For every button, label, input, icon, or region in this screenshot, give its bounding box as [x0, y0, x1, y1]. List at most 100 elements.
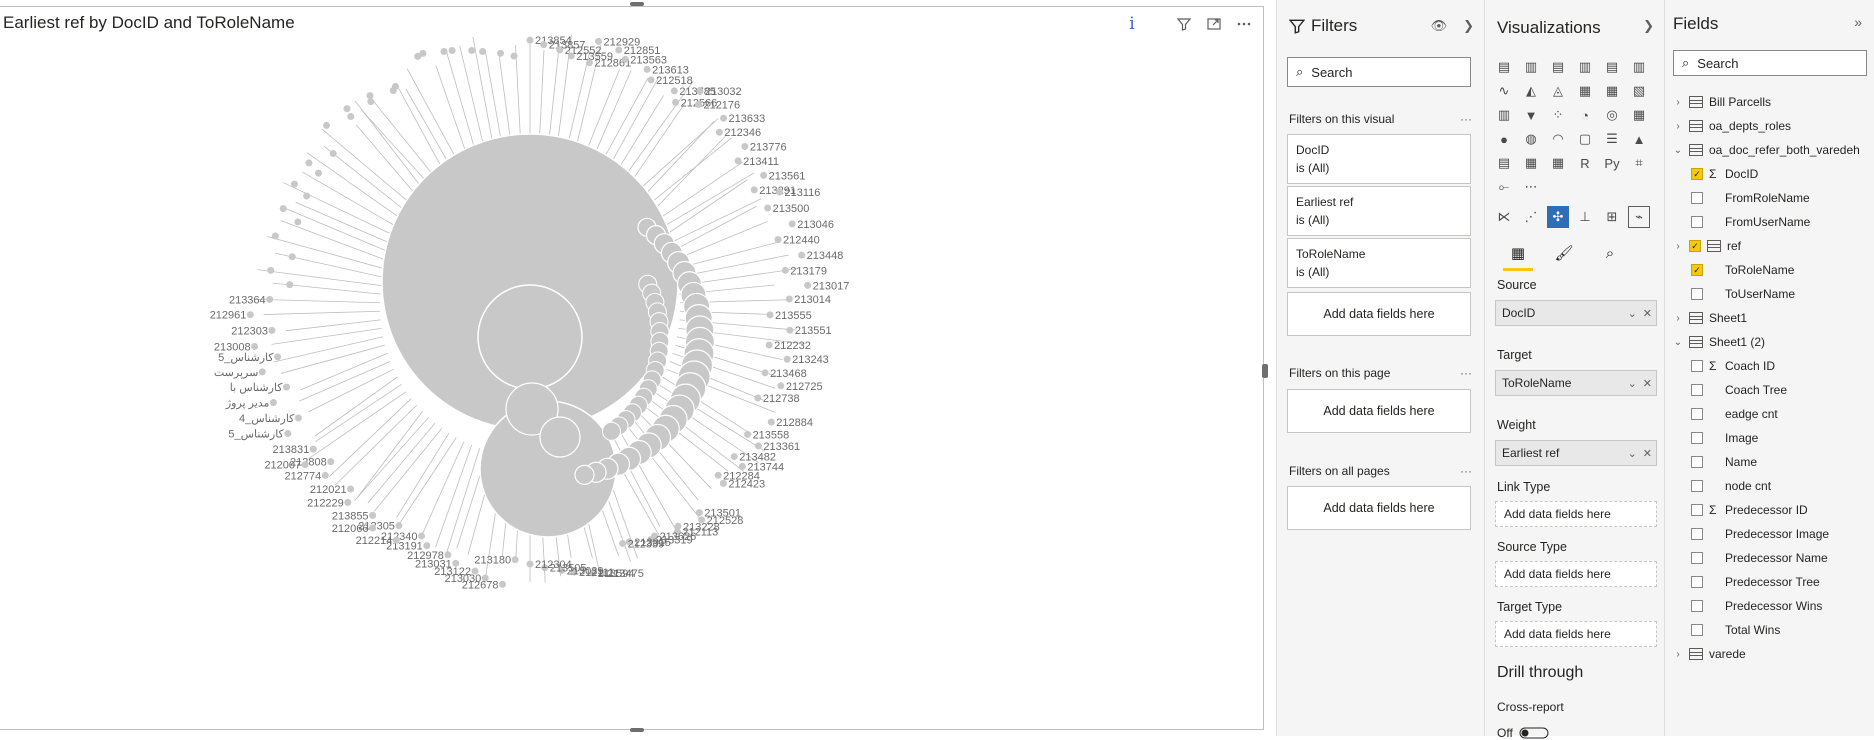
graph-node[interactable]	[498, 580, 506, 588]
field-item-row[interactable]: › ✓ ref	[1673, 236, 1741, 256]
kpi-icon[interactable]: ▲	[1628, 128, 1650, 150]
filter-card-earliest-ref[interactable]: Earliest ref is (All)	[1287, 186, 1471, 236]
graph-node[interactable]	[301, 461, 309, 469]
graph-edge[interactable]	[445, 448, 480, 557]
graph-edge[interactable]	[299, 361, 391, 402]
chevron-right-icon[interactable]: ›	[1673, 241, 1683, 252]
line-column-chart-icon[interactable]: ▦	[1574, 80, 1596, 102]
graph-node[interactable]	[621, 55, 629, 63]
graph-node[interactable]	[754, 442, 762, 450]
graph-node[interactable]	[574, 464, 595, 485]
field-item-row[interactable]: ToUserName	[1691, 284, 1795, 304]
field-checkbox[interactable]: ✓	[1689, 240, 1701, 252]
close-icon[interactable]: ✕	[1643, 377, 1652, 390]
graph-node[interactable]	[440, 47, 448, 55]
graph-node[interactable]	[481, 574, 489, 582]
graph-edge[interactable]	[280, 344, 386, 374]
graph-node[interactable]	[765, 341, 773, 349]
graph-node[interactable]	[738, 462, 746, 470]
field-checkbox[interactable]	[1691, 216, 1703, 228]
clustered-column-chart-icon[interactable]: ▥	[1574, 56, 1596, 78]
graph-node[interactable]	[556, 46, 564, 54]
graph-node[interactable]	[696, 87, 704, 95]
graph-node[interactable]	[694, 100, 702, 108]
source-type-well[interactable]: Add data fields here	[1495, 561, 1657, 587]
format-tab-icon[interactable]: 🖌	[1551, 240, 1577, 266]
line-chart-icon[interactable]: ∿	[1493, 80, 1515, 102]
graph-node[interactable]	[672, 98, 680, 106]
resize-handle-top[interactable]	[630, 2, 644, 6]
multi-row-card-icon[interactable]: ☰	[1601, 128, 1623, 150]
graph-node[interactable]	[767, 418, 775, 426]
graph-edge[interactable]	[263, 310, 381, 315]
field-checkbox[interactable]: ✓	[1691, 264, 1703, 276]
field-checkbox[interactable]	[1691, 408, 1703, 420]
graph-edge[interactable]	[357, 411, 423, 498]
force-graph-icon[interactable]: ⋰	[1520, 206, 1542, 228]
graph-node[interactable]	[269, 398, 277, 406]
field-item-row[interactable]: node cnt	[1691, 476, 1771, 496]
network-visual[interactable]: 213854 213857 212552 213559 212861 212929 2128…	[0, 6, 1264, 730]
source-well-field[interactable]: DocID ⌄ ✕	[1495, 300, 1657, 326]
graph-edge[interactable]	[669, 205, 757, 253]
field-item-row[interactable]: ✓ ToRoleName	[1691, 260, 1794, 280]
field-table-row[interactable]: ⌄ oa_doc_refer_both_varedeh	[1673, 140, 1860, 160]
graph-node[interactable]	[539, 416, 581, 458]
add-visual-filter-field[interactable]: Add data fields here	[1287, 292, 1471, 336]
graph-node[interactable]	[344, 498, 352, 506]
graph-node[interactable]	[647, 76, 655, 84]
graph-node[interactable]	[479, 47, 487, 55]
decomposition-tree-icon[interactable]: ⟜	[1493, 176, 1515, 198]
field-item-row[interactable]: Image	[1691, 428, 1758, 448]
graph-node[interactable]	[785, 295, 793, 303]
field-item-row[interactable]: eadge cnt	[1691, 404, 1778, 424]
field-item-row[interactable]: Predecessor Name	[1691, 548, 1828, 568]
slicer-icon[interactable]: ▤	[1493, 152, 1515, 174]
field-table-row[interactable]: › oa_depts_roles	[1673, 116, 1791, 136]
filter-card-docid[interactable]: DocID is (All)	[1287, 134, 1471, 184]
graph-edge[interactable]	[308, 368, 394, 413]
graph-edge[interactable]	[658, 172, 755, 230]
graph-node[interactable]	[418, 532, 426, 540]
graph-node[interactable]	[715, 128, 723, 136]
area-chart-icon[interactable]: ◭	[1520, 80, 1542, 102]
graph-node[interactable]	[741, 142, 749, 150]
graph-node[interactable]	[744, 430, 752, 438]
graph-node[interactable]	[347, 485, 355, 493]
graph-node[interactable]	[294, 414, 302, 422]
graph-node[interactable]	[279, 205, 287, 213]
graph-node[interactable]	[804, 281, 812, 289]
graph-node[interactable]	[419, 49, 427, 57]
graph-node[interactable]	[423, 542, 431, 550]
graph-node[interactable]	[369, 511, 377, 519]
graph-node[interactable]	[368, 524, 376, 532]
toggle-switch-icon[interactable]	[1519, 727, 1549, 739]
more-options-icon[interactable]: ···	[1460, 366, 1472, 380]
graph-node[interactable]	[777, 382, 785, 390]
graph-node[interactable]	[788, 220, 796, 228]
field-checkbox[interactable]	[1691, 552, 1703, 564]
graph-node[interactable]	[284, 430, 292, 438]
graph-node[interactable]	[619, 539, 627, 547]
info-icon[interactable]: i	[1123, 14, 1141, 34]
graph-node[interactable]	[309, 445, 317, 453]
graph-node[interactable]	[540, 41, 548, 49]
graph-node[interactable]	[343, 105, 351, 113]
chevron-down-icon[interactable]: ⌄	[1628, 377, 1637, 390]
custom-visual-icon[interactable]: ⌁	[1628, 206, 1650, 228]
field-item-row[interactable]: Predecessor Tree	[1691, 572, 1820, 592]
graph-node[interactable]	[720, 114, 728, 122]
field-checkbox[interactable]	[1691, 624, 1703, 636]
graph-node[interactable]	[526, 560, 534, 568]
field-checkbox[interactable]	[1691, 456, 1703, 468]
graph-node[interactable]	[347, 113, 355, 121]
graph-node[interactable]	[444, 551, 452, 559]
waterfall-chart-icon[interactable]: ▥	[1493, 104, 1515, 126]
graph-edge[interactable]	[300, 352, 388, 391]
donut-chart-icon[interactable]: ◎	[1601, 104, 1623, 126]
graph-node[interactable]	[760, 171, 768, 179]
gauge-icon[interactable]: ◠	[1547, 128, 1569, 150]
clustered-bar-chart-icon[interactable]: ▤	[1547, 56, 1569, 78]
chevron-down-icon[interactable]: ⌄	[1628, 307, 1637, 320]
graph-node[interactable]	[391, 82, 399, 90]
